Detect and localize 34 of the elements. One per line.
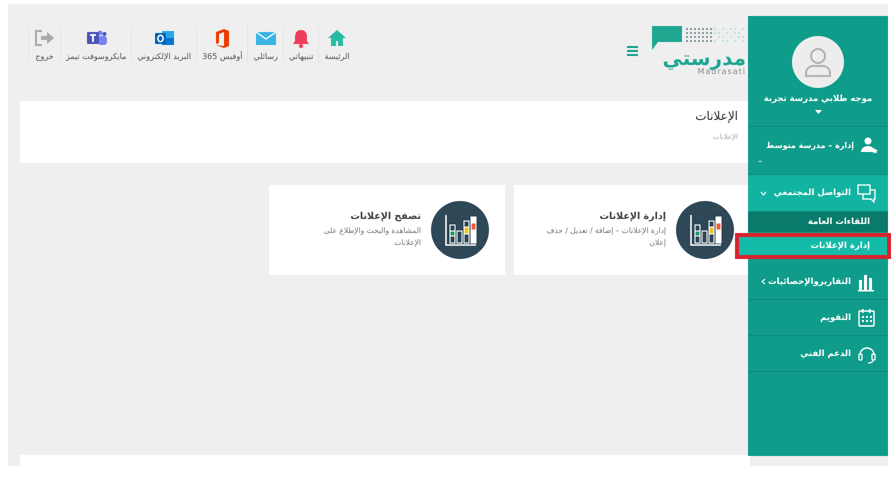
submenu-item[interactable]: اللقاءات العامة [748,212,888,232]
sidebar-item[interactable]: التقويم [748,300,888,336]
nav-link[interactable]: رسائلي [247,26,283,63]
user-star-icon [860,136,878,154]
nav-link[interactable]: خروج [28,26,60,63]
bar-chart-icon [676,201,734,259]
outlook-logo-icon [154,28,175,48]
avatar-icon[interactable] [792,36,844,88]
sidebar-item[interactable]: الدعم الفني [748,336,888,372]
teams-logo-icon [86,28,107,48]
bell-icon [290,28,312,48]
nav-link[interactable]: أوفيس 365 [196,26,248,63]
sidebar-item[interactable]: التقاريروالإحصائيات [748,264,888,300]
nav-link[interactable]: الرئيسة [318,26,355,63]
card-title: إدارة الإعلانات [598,211,666,222]
logo-mark-icon[interactable] [652,26,746,52]
page-title: الإعلانات [694,109,738,123]
chevron-down-icon [760,190,767,196]
nav-link[interactable]: البريد الإلكتروني [131,26,196,63]
nav-link[interactable]: مايكروسوفت تيمز [60,26,132,63]
caret-icon[interactable] [814,110,822,114]
role-label[interactable]: إدارة – مدرسة متوسط [766,141,854,150]
menu-icon[interactable] [627,46,638,56]
user-name[interactable]: موجه طلابي مدرسة تجربة [764,94,872,104]
chat-bubbles-icon [857,183,878,203]
nav-link[interactable]: تنبيهاتي [282,26,318,63]
home-icon [326,28,348,48]
exit-arrow-icon [34,28,55,48]
card-title: تصفح الإعلانات [349,211,421,222]
logo-subtitle[interactable]: Madrasati [697,68,746,76]
role-suffix: – [758,156,762,166]
chevron-left-icon [760,278,767,285]
sidebar-item[interactable]: التواصل المجتمعي [748,175,888,212]
bar-chart-icon [431,201,489,259]
